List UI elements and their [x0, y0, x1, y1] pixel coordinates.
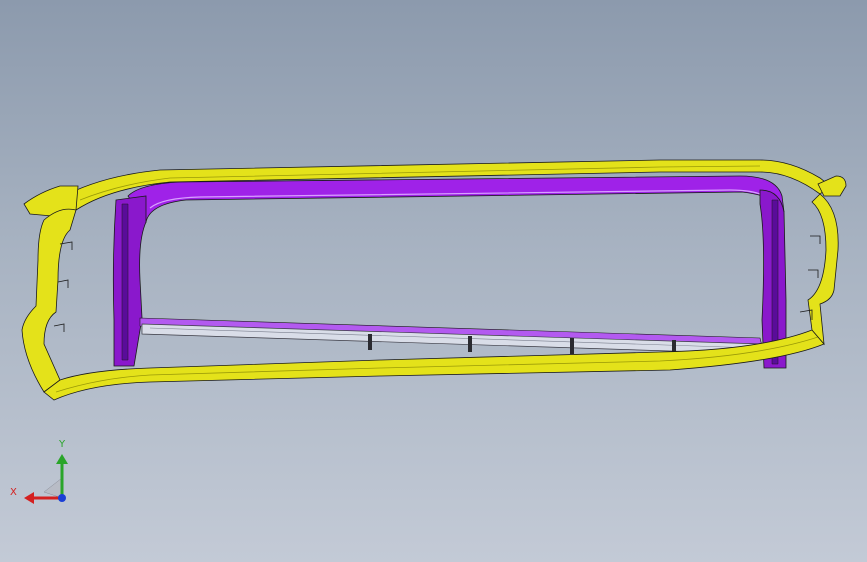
clip-2 — [468, 336, 472, 352]
triad-x-label: X — [10, 487, 17, 498]
clip-1 — [368, 334, 372, 350]
coordinate-triad: Y X — [10, 440, 80, 510]
grille-frame-model[interactable] — [0, 0, 867, 562]
triad-y-arrow-icon — [56, 454, 68, 464]
inner-frame-top-bar — [127, 175, 785, 223]
inner-frame-left-pillar-shade — [121, 203, 129, 361]
outer-frame-left-post — [21, 208, 77, 393]
triad-x-arrow-icon — [24, 492, 34, 504]
inner-frame-right-pillar-shade — [771, 199, 779, 365]
triad-plane-icon — [43, 477, 63, 499]
triad-y-label: Y — [59, 439, 66, 450]
outer-frame-right-post — [807, 193, 839, 346]
inner-frame-left-pillar — [112, 195, 147, 367]
outer-frame-right-wing — [817, 175, 847, 197]
clip-3 — [570, 338, 574, 354]
graphics-viewport[interactable]: Y X — [0, 0, 867, 562]
triad-z-axis-icon — [58, 494, 66, 502]
